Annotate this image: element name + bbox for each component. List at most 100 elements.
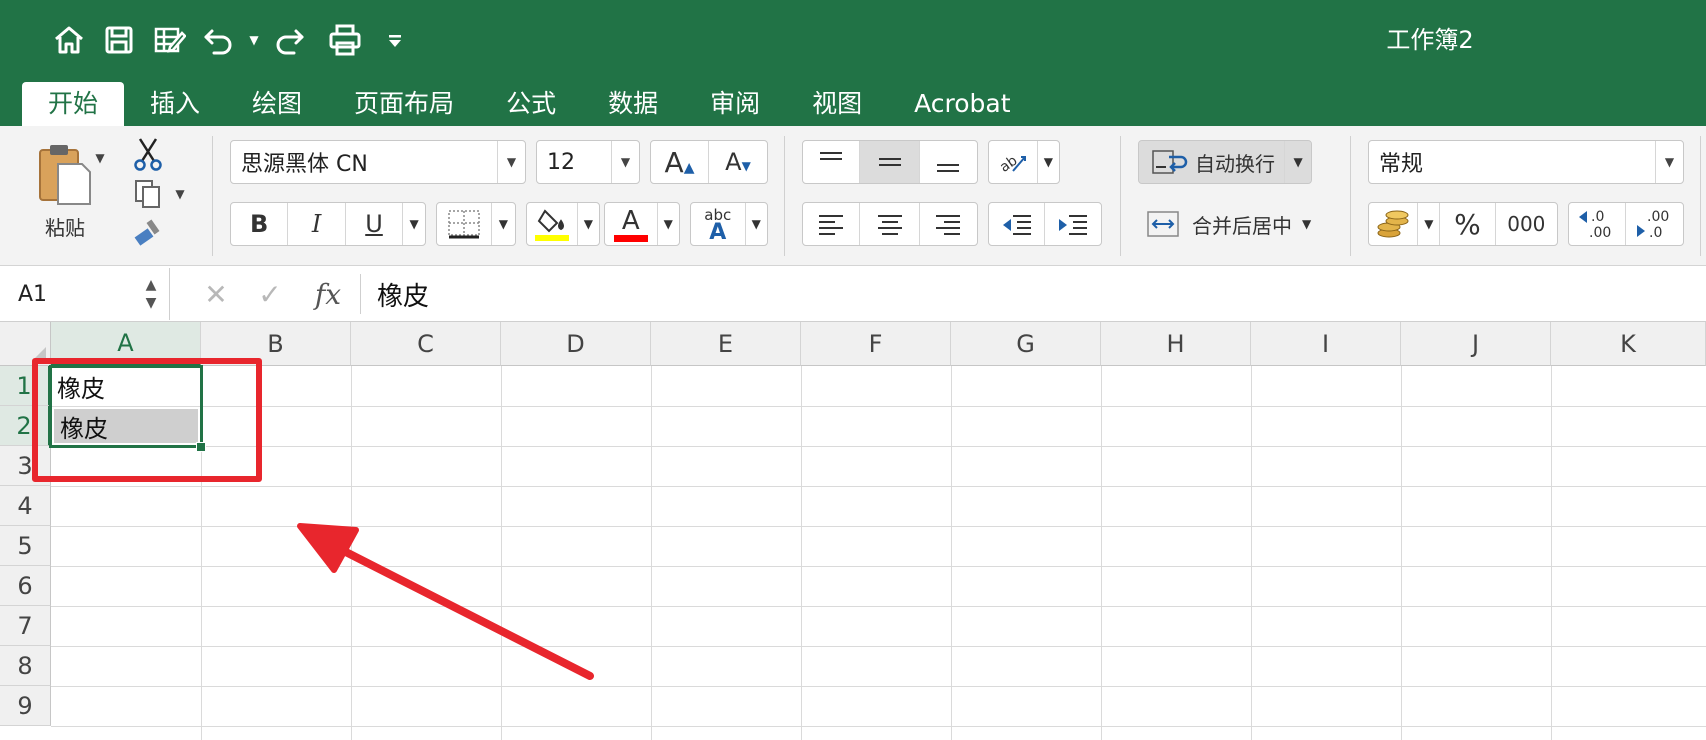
gridline — [1551, 366, 1552, 740]
column-header-c[interactable]: C — [351, 322, 501, 366]
tab-page-layout[interactable]: 页面布局 — [328, 82, 480, 126]
align-bottom-button[interactable] — [920, 141, 977, 183]
customize-toolbar-button[interactable] — [370, 18, 420, 62]
decrease-font-size-button[interactable]: A▼ — [709, 141, 767, 183]
font-color-button[interactable]: A — [605, 203, 658, 245]
worksheet-grid[interactable]: A B C D E F G H I J K 1 2 3 4 5 6 7 8 9 … — [0, 322, 1706, 740]
column-header-e[interactable]: E — [651, 322, 801, 366]
copy-dropdown-icon[interactable]: ▼ — [172, 184, 188, 204]
row-header-4[interactable]: 4 — [0, 486, 51, 526]
accounting-dropdown-icon[interactable]: ▼ — [1418, 203, 1441, 245]
home-button[interactable] — [44, 18, 94, 62]
insert-function-button[interactable]: fx — [306, 274, 350, 314]
tab-home[interactable]: 开始 — [22, 82, 125, 126]
comma-style-button[interactable]: 000 — [1496, 203, 1557, 245]
increase-decimal-icon: .0.00 — [1579, 209, 1611, 241]
decrease-decimal-button[interactable]: .00.0 — [1626, 203, 1683, 245]
spin-down-icon: ▼ — [145, 295, 157, 311]
tab-acrobat[interactable]: Acrobat — [888, 82, 1036, 126]
align-right-button[interactable] — [920, 203, 977, 245]
name-box-value: A1 — [18, 281, 48, 307]
tab-formulas[interactable]: 公式 — [480, 82, 582, 126]
text-effects-dropdown-icon[interactable]: ▼ — [746, 203, 767, 245]
cancel-entry-button[interactable]: ✕ — [196, 274, 236, 314]
gridline — [51, 686, 1706, 687]
tab-data[interactable]: 数据 — [582, 82, 684, 126]
number-style-group: ▼ % 000 — [1368, 202, 1558, 246]
font-name-dropdown-icon[interactable]: ▼ — [497, 141, 525, 183]
merge-center-dropdown-icon[interactable]: ▼ — [1302, 217, 1311, 231]
paste-dropdown-icon[interactable]: ▼ — [92, 148, 108, 168]
gridline — [51, 406, 1706, 407]
redo-button[interactable] — [264, 18, 314, 62]
orientation-dropdown-icon[interactable]: ▼ — [1038, 141, 1059, 183]
formula-input[interactable]: 橡皮 — [360, 274, 429, 314]
increase-font-size-button[interactable]: A▲ — [651, 141, 710, 183]
format-painter-icon — [134, 219, 160, 246]
print-button[interactable] — [320, 18, 370, 62]
fill-color-button[interactable] — [527, 203, 578, 245]
font-size-select[interactable]: 12 ▼ — [536, 140, 640, 184]
row-header-9[interactable]: 9 — [0, 686, 51, 726]
column-header-d[interactable]: D — [501, 322, 651, 366]
copy-icon — [135, 180, 160, 208]
font-name-select[interactable]: 思源黑体 CN ▼ — [230, 140, 526, 184]
tab-insert[interactable]: 插入 — [124, 82, 226, 126]
fill-color-dropdown-icon[interactable]: ▼ — [578, 203, 599, 245]
column-header-f[interactable]: F — [801, 322, 951, 366]
name-box[interactable]: A1 ▲ ▼ — [0, 268, 170, 320]
orientation-button[interactable]: ab — [989, 141, 1038, 183]
save-button[interactable] — [94, 18, 144, 62]
column-header-k[interactable]: K — [1551, 322, 1706, 366]
align-middle-button[interactable] — [860, 141, 920, 183]
wrap-text-button[interactable]: 自动换行 — [1139, 141, 1286, 183]
name-box-spinner[interactable]: ▲ ▼ — [141, 276, 161, 312]
spin-up-icon: ▲ — [145, 277, 157, 293]
undo-button[interactable] — [194, 18, 244, 62]
underline-button[interactable]: U — [346, 203, 404, 245]
row-header-6[interactable]: 6 — [0, 566, 51, 606]
format-painter-button[interactable] — [128, 214, 168, 250]
row-header-5[interactable]: 5 — [0, 526, 51, 566]
borders-button[interactable] — [437, 203, 492, 245]
percent-style-button[interactable]: % — [1440, 203, 1496, 245]
copy-button[interactable] — [128, 176, 168, 212]
edit-workbook-button[interactable] — [144, 18, 194, 62]
gridline — [51, 566, 1706, 567]
underline-dropdown-icon[interactable]: ▼ — [403, 203, 425, 245]
merge-cells-icon — [1147, 211, 1179, 237]
number-format-select[interactable]: 常规 ▼ — [1368, 140, 1684, 184]
tab-draw[interactable]: 绘图 — [226, 82, 328, 126]
font-color-dropdown-icon[interactable]: ▼ — [658, 203, 679, 245]
row-header-8[interactable]: 8 — [0, 646, 51, 686]
column-header-i[interactable]: I — [1251, 322, 1401, 366]
font-size-dropdown-icon[interactable]: ▼ — [611, 141, 639, 183]
paste-label: 粘贴 — [45, 215, 85, 240]
align-top-button[interactable] — [803, 141, 861, 183]
tab-view[interactable]: 视图 — [786, 82, 888, 126]
tab-review[interactable]: 审阅 — [684, 82, 786, 126]
merge-center-button[interactable]: 合并后居中 ▼ — [1146, 202, 1322, 246]
italic-button[interactable]: I — [288, 203, 346, 245]
row-header-7[interactable]: 7 — [0, 606, 51, 646]
borders-dropdown-icon[interactable]: ▼ — [492, 203, 515, 245]
column-header-g[interactable]: G — [951, 322, 1101, 366]
cut-button[interactable] — [128, 134, 168, 174]
align-center-button[interactable] — [860, 203, 920, 245]
accounting-format-button[interactable] — [1369, 203, 1419, 245]
scissors-icon — [134, 138, 162, 171]
bold-button[interactable]: B — [231, 203, 289, 245]
home-icon — [55, 26, 83, 54]
undo-dropdown-icon[interactable]: ▼ — [244, 18, 264, 62]
number-format-dropdown-icon[interactable]: ▼ — [1655, 141, 1683, 183]
text-effects-button[interactable]: abc A — [691, 203, 746, 245]
increase-indent-button[interactable] — [1045, 203, 1101, 245]
paint-bucket-icon — [537, 209, 564, 233]
wrap-text-dropdown-icon[interactable]: ▼ — [1285, 141, 1311, 183]
align-left-button[interactable] — [803, 203, 861, 245]
increase-decimal-button[interactable]: .0.00 — [1569, 203, 1627, 245]
column-header-h[interactable]: H — [1101, 322, 1251, 366]
confirm-entry-button[interactable]: ✓ — [250, 274, 290, 314]
decrease-indent-button[interactable] — [989, 203, 1046, 245]
column-header-j[interactable]: J — [1401, 322, 1551, 366]
